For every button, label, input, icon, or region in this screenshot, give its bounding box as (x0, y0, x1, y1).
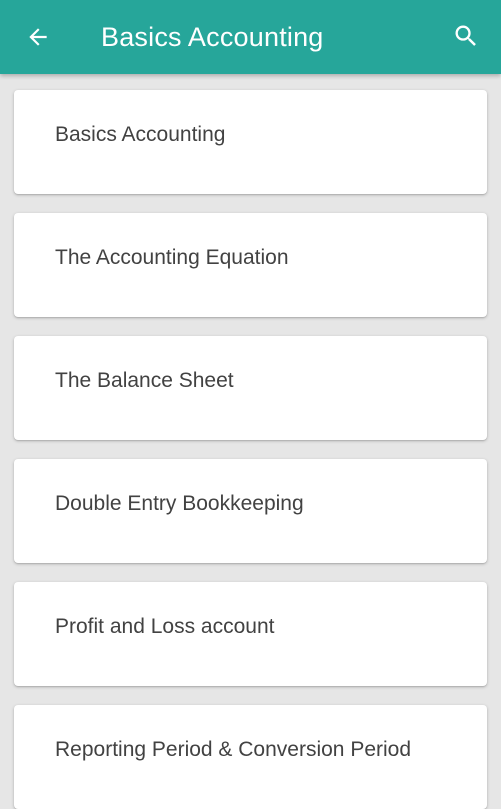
topic-label: Double Entry Bookkeeping (55, 492, 304, 515)
search-button[interactable] (448, 18, 484, 54)
topic-label: Basics Accounting (55, 123, 226, 146)
search-icon (455, 25, 476, 46)
back-button[interactable] (20, 19, 56, 55)
topic-card-accounting-equation[interactable]: The Accounting Equation (14, 213, 487, 317)
topic-card-basics-accounting[interactable]: Basics Accounting (14, 90, 487, 194)
topic-card-reporting-period[interactable]: Reporting Period & Conversion Period (14, 705, 487, 809)
topic-card-profit-and-loss[interactable]: Profit and Loss account (14, 582, 487, 686)
page-title: Basics Accounting (101, 22, 324, 52)
arrow-left-icon (29, 28, 47, 46)
topic-label: Reporting Period & Conversion Period (55, 738, 412, 761)
topic-card-balance-sheet[interactable]: The Balance Sheet (14, 336, 487, 440)
app-bar: Basics Accounting (0, 0, 501, 74)
topic-label: The Balance Sheet (55, 369, 234, 392)
topic-label: The Accounting Equation (55, 246, 289, 269)
topic-card-double-entry-bookkeeping[interactable]: Double Entry Bookkeeping (14, 459, 487, 563)
topic-label: Profit and Loss account (55, 615, 275, 638)
